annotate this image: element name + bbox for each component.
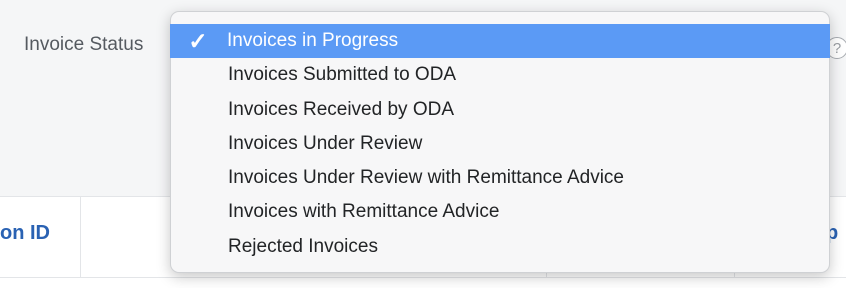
option-rejected-invoices[interactable]: Rejected Invoices xyxy=(171,230,829,264)
invoice-status-label: Invoice Status xyxy=(24,34,144,55)
invoice-status-dropdown-menu[interactable]: ✓ Invoices in Progress Invoices Submitte… xyxy=(170,11,830,273)
option-invoices-under-review[interactable]: Invoices Under Review xyxy=(171,127,829,161)
option-label: Invoices Submitted to ODA xyxy=(228,64,457,86)
option-invoices-received-by-oda[interactable]: Invoices Received by ODA xyxy=(171,93,829,127)
option-invoices-submitted-to-oda[interactable]: Invoices Submitted to ODA xyxy=(171,58,829,92)
column-header-id[interactable]: on ID xyxy=(0,222,80,245)
column-divider xyxy=(80,197,81,277)
checkmark-icon: ✓ xyxy=(188,28,208,54)
option-label: Invoices Under Review xyxy=(228,132,423,154)
option-invoices-with-remittance-advice[interactable]: Invoices with Remittance Advice xyxy=(171,195,829,229)
option-invoices-in-progress[interactable]: ✓ Invoices in Progress xyxy=(170,24,830,59)
option-invoices-under-review-with-remittance[interactable]: Invoices Under Review with Remittance Ad… xyxy=(171,161,829,195)
option-label: Invoices Under Review with Remittance Ad… xyxy=(228,167,625,189)
option-label: Rejected Invoices xyxy=(228,235,378,257)
option-label: Invoices in Progress xyxy=(227,30,399,51)
option-label: Invoices with Remittance Advice xyxy=(228,201,500,223)
option-label: Invoices Received by ODA xyxy=(228,98,454,120)
